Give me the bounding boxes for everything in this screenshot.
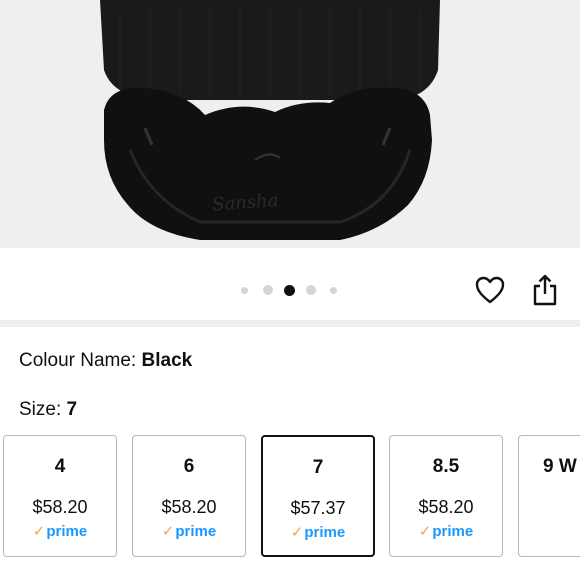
prime-check-icon: ✓ xyxy=(32,523,46,540)
share-icon xyxy=(533,274,557,306)
heart-icon xyxy=(475,276,505,304)
size-option-label: 6 xyxy=(183,456,195,477)
prime-text: prime xyxy=(304,524,346,541)
size-option-price: $58.20 xyxy=(161,497,217,517)
carousel-dot[interactable] xyxy=(330,286,337,294)
section-divider xyxy=(0,320,580,327)
size-value: 7 xyxy=(66,399,78,420)
carousel-dot[interactable] xyxy=(241,286,248,294)
carousel-dot-active[interactable] xyxy=(284,284,295,296)
size-option-price: $57.37 xyxy=(290,498,346,518)
size-option-7-selected[interactable]: 7 $57.37 ✓prime xyxy=(261,435,375,557)
size-option-price: $58.20 xyxy=(32,497,88,517)
size-option-price: $58.20 xyxy=(418,497,474,517)
prime-badge: ✓prime xyxy=(390,522,502,540)
product-detail-page: Sansha Colour Name: Black Size: 7 4 $58.… xyxy=(0,0,580,580)
shoe-illustration: Sansha xyxy=(0,0,580,248)
prime-check-icon: ✓ xyxy=(161,523,175,540)
product-image[interactable]: Sansha xyxy=(0,0,580,248)
prime-check-icon: ✓ xyxy=(418,523,432,540)
colour-name-value: Black xyxy=(141,350,193,371)
size-option-label: 4 xyxy=(54,456,66,477)
size-option-4[interactable]: 4 $58.20 ✓prime xyxy=(3,435,117,557)
size-label: Size: xyxy=(19,399,67,420)
prime-badge: ✓prime xyxy=(263,523,373,541)
size-option-label: 7 xyxy=(312,457,324,478)
share-button[interactable] xyxy=(528,271,562,309)
size-line: Size: 7 xyxy=(19,399,77,421)
prime-badge: ✓prime xyxy=(133,522,245,540)
prime-text: prime xyxy=(432,523,474,540)
size-option-label: 8.5 xyxy=(432,456,460,477)
size-option-9-wide[interactable]: 9 W xyxy=(518,435,580,557)
carousel-dot[interactable] xyxy=(263,285,273,295)
size-option-6[interactable]: 6 $58.20 ✓prime xyxy=(132,435,246,557)
add-to-wishlist-button[interactable] xyxy=(472,272,508,308)
colour-name-line: Colour Name: Black xyxy=(19,350,192,372)
colour-name-label: Colour Name: xyxy=(19,350,142,371)
size-option-8-5[interactable]: 8.5 $58.20 ✓prime xyxy=(389,435,503,557)
carousel-dot[interactable] xyxy=(306,285,316,295)
prime-text: prime xyxy=(175,523,217,540)
prime-check-icon: ✓ xyxy=(290,524,304,541)
carousel-dots xyxy=(241,284,337,296)
prime-text: prime xyxy=(46,523,88,540)
size-option-label: 9 W xyxy=(543,456,577,477)
prime-badge: ✓prime xyxy=(4,522,116,540)
